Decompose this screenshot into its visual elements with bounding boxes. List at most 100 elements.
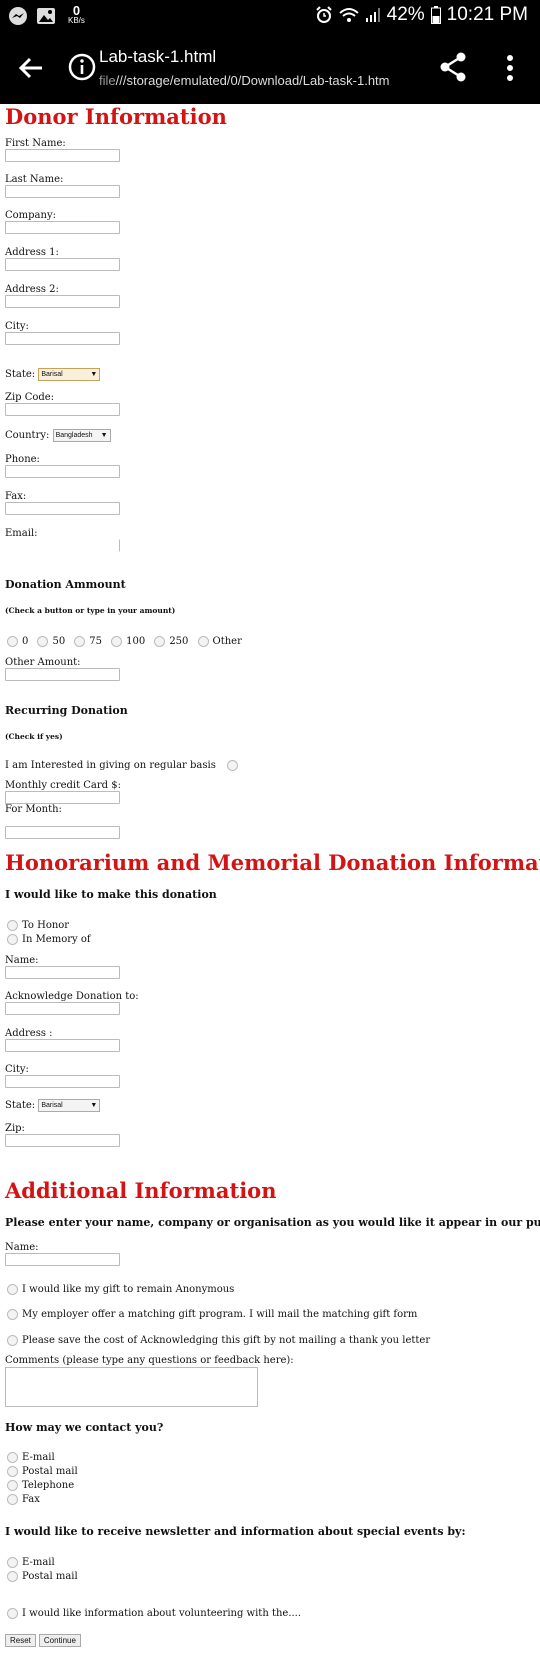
honor-address-label: Address : xyxy=(5,1028,53,1039)
monthly-card-label: Monthly credit Card $: xyxy=(5,780,121,791)
monthly-card-field[interactable] xyxy=(5,791,120,804)
fax-label: Fax: xyxy=(5,491,27,502)
url-bar[interactable]: file///storage/emulated/0/Download/Lab-t… xyxy=(99,73,411,88)
radio-icon[interactable] xyxy=(111,636,123,647)
clock: 10:21 PM xyxy=(446,4,528,25)
gallery-icon xyxy=(37,8,55,24)
other-amount-field[interactable] xyxy=(5,668,120,681)
info-icon[interactable] xyxy=(68,53,96,81)
company-label: Company: xyxy=(5,210,56,221)
form-buttons: Reset Continue xyxy=(5,1628,84,1647)
honor-city-field[interactable] xyxy=(5,1075,120,1088)
anonymous-option[interactable]: I would like my gift to remain Anonymous xyxy=(7,1279,234,1298)
matching-gift-option[interactable]: My employer offer a matching gift progra… xyxy=(7,1304,417,1323)
address1-field[interactable] xyxy=(5,258,120,271)
country-label: Country: xyxy=(5,430,50,441)
network-speed: 0 KB/s xyxy=(68,3,85,26)
dropdown-arrow-icon: ▼ xyxy=(90,1102,98,1109)
donation-heading: Donation Ammount xyxy=(5,578,126,591)
company-field[interactable] xyxy=(5,221,120,234)
radio-icon[interactable] xyxy=(7,1494,18,1505)
honor-name-label: Name: xyxy=(5,955,39,966)
phone-field[interactable] xyxy=(5,465,120,478)
more-options-icon[interactable] xyxy=(500,53,520,83)
radio-icon[interactable] xyxy=(7,1309,18,1320)
in-memory-option[interactable]: In Memory of xyxy=(7,929,91,948)
for-month-field[interactable] xyxy=(5,826,120,839)
radio-icon[interactable] xyxy=(197,636,209,647)
additional-name-label: Name: xyxy=(5,1242,39,1253)
signal-icon xyxy=(365,8,380,22)
continue-button[interactable]: Continue xyxy=(38,1634,81,1647)
back-arrow-icon[interactable] xyxy=(16,53,46,83)
country-select-value: Bangladesh xyxy=(55,432,93,439)
status-bar: 0 KB/s 42% 10:21 PM xyxy=(0,0,540,33)
share-icon[interactable] xyxy=(438,51,468,83)
radio-icon[interactable] xyxy=(7,636,18,647)
radio-icon[interactable] xyxy=(7,1335,18,1346)
network-speed-value: 0 xyxy=(72,3,81,18)
city-label: City: xyxy=(5,321,29,332)
page-content: Donor Information First Name: Last Name:… xyxy=(0,104,540,1659)
radio-icon[interactable] xyxy=(7,1571,18,1582)
email-field[interactable] xyxy=(5,539,120,552)
honor-name-field[interactable] xyxy=(5,966,120,979)
recurring-heading: Recurring Donation xyxy=(5,704,128,717)
donation-option-100[interactable]: 100 xyxy=(111,631,145,650)
fax-field[interactable] xyxy=(5,502,120,515)
reset-button[interactable]: Reset xyxy=(5,1634,36,1647)
additional-heading: Additional Information xyxy=(5,1178,277,1203)
dropdown-arrow-icon: ▼ xyxy=(100,432,108,439)
honor-state-label: State: xyxy=(5,1100,36,1111)
donation-option-75[interactable]: 75 xyxy=(74,631,102,650)
donation-option-250[interactable]: 250 xyxy=(154,631,188,650)
radio-icon[interactable] xyxy=(7,1608,18,1619)
newsletter-postal-option[interactable]: Postal mail xyxy=(7,1566,78,1585)
messenger-icon xyxy=(9,7,27,25)
recurring-interest-row: I am Interested in giving on regular bas… xyxy=(5,755,242,774)
phone-label: Phone: xyxy=(5,454,40,465)
country-select[interactable]: Bangladesh ▼ xyxy=(52,429,111,442)
honor-state-select[interactable]: Barisal ▼ xyxy=(38,1099,101,1112)
newsletter-heading: I would like to receive newsletter and i… xyxy=(5,1525,466,1538)
honor-state-row: State: Barisal ▼ xyxy=(5,1099,101,1112)
additional-name-field[interactable] xyxy=(5,1253,120,1266)
comments-label: Comments (please type any questions or f… xyxy=(5,1355,294,1366)
donation-options: 0 50 75 100 250 Other xyxy=(7,631,242,650)
honor-address-field[interactable] xyxy=(5,1039,120,1052)
donor-heading: Donor Information xyxy=(5,104,227,129)
radio-icon[interactable] xyxy=(7,1284,18,1295)
last-name-label: Last Name: xyxy=(5,174,64,185)
network-speed-unit: KB/s xyxy=(68,16,85,25)
recurring-interest-radio[interactable] xyxy=(226,760,238,771)
volunteer-option[interactable]: I would like information about volunteer… xyxy=(7,1603,301,1622)
address2-label: Address 2: xyxy=(5,284,59,295)
donation-option-50[interactable]: 50 xyxy=(37,631,65,650)
acknowledge-field[interactable] xyxy=(5,1002,120,1015)
contact-fax-option[interactable]: Fax xyxy=(7,1489,40,1508)
url-path: ///storage/emulated/0/Download/Lab-task-… xyxy=(115,73,390,88)
address1-label: Address 1: xyxy=(5,247,59,258)
address2-field[interactable] xyxy=(5,295,120,308)
state-label: State: xyxy=(5,369,36,380)
radio-icon[interactable] xyxy=(37,636,49,647)
donation-option-other[interactable]: Other xyxy=(197,631,242,650)
honor-zip-field[interactable] xyxy=(5,1134,120,1147)
recurring-interest-label: I am Interested in giving on regular bas… xyxy=(5,760,216,771)
last-name-field[interactable] xyxy=(5,185,120,198)
battery-icon xyxy=(430,6,441,24)
comments-textarea[interactable] xyxy=(5,1367,258,1407)
state-select[interactable]: Barisal ▼ xyxy=(38,368,101,381)
wifi-icon xyxy=(338,8,359,22)
radio-icon[interactable] xyxy=(74,636,86,647)
donation-option-0[interactable]: 0 xyxy=(7,631,28,650)
city-field[interactable] xyxy=(5,332,120,345)
first-name-field[interactable] xyxy=(5,149,120,162)
radio-icon[interactable] xyxy=(7,934,18,945)
save-cost-option[interactable]: Please save the cost of Acknowledging th… xyxy=(7,1330,430,1349)
recurring-note: (Check if yes) xyxy=(5,732,63,741)
country-row: Country: Bangladesh ▼ xyxy=(5,429,111,442)
radio-icon[interactable] xyxy=(154,636,166,647)
zip-label: Zip Code: xyxy=(5,392,55,403)
zip-field[interactable] xyxy=(5,403,120,416)
